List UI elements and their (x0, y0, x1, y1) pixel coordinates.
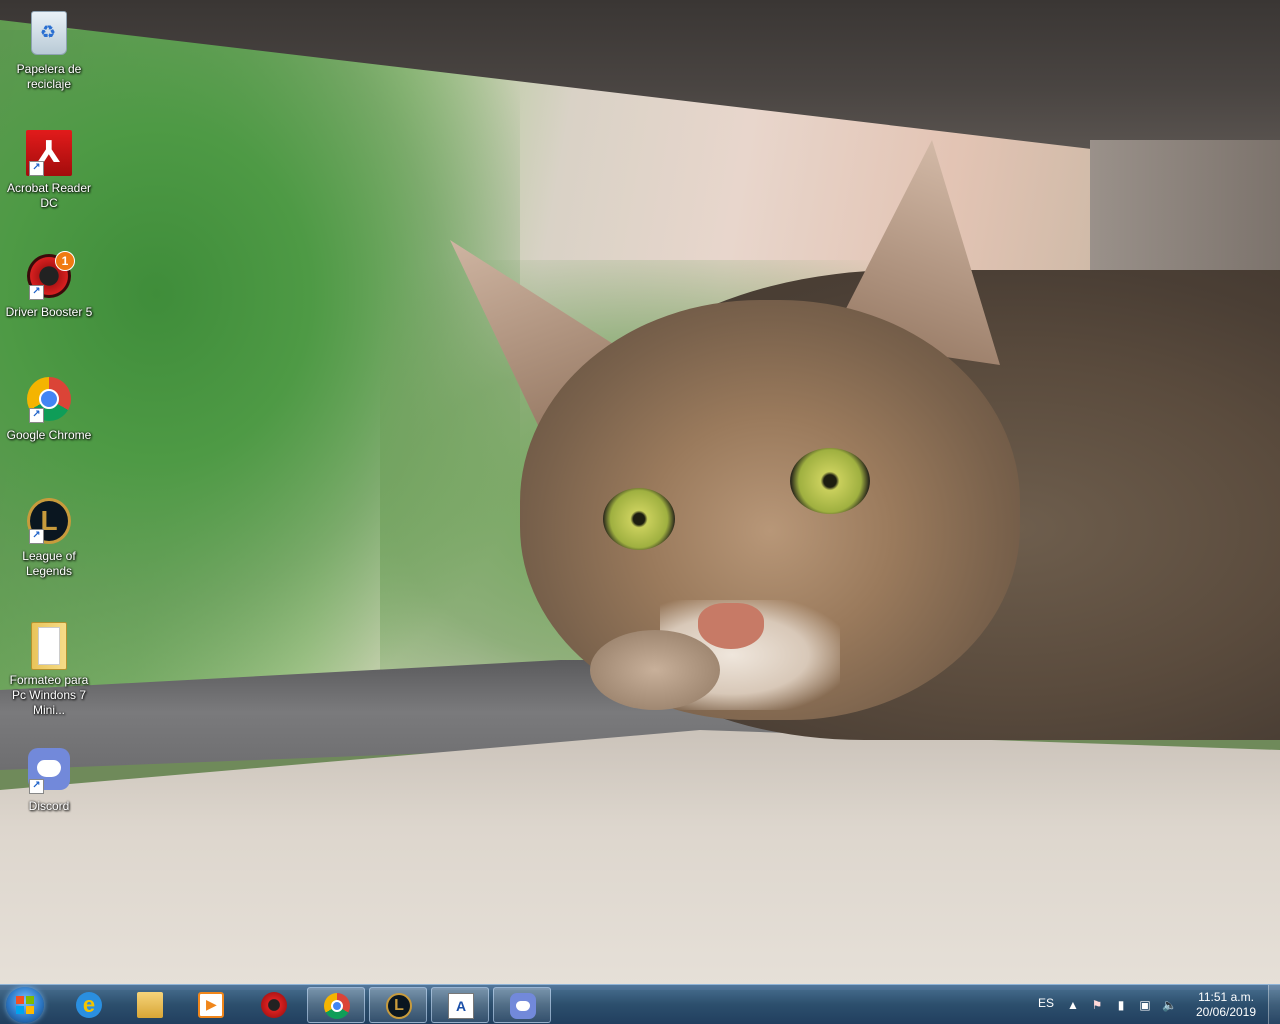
taskbar-button-driver-booster[interactable] (245, 987, 303, 1023)
taskbar-button-media-player[interactable] (182, 987, 240, 1023)
desktop-icon-formateo-folder[interactable]: Formateo para Pc Windons 7 Mini... (2, 622, 96, 718)
desktop-icon-label: Discord (28, 799, 70, 813)
chrome-icon (324, 993, 350, 1019)
taskbar-button-chrome[interactable] (307, 987, 365, 1023)
taskbar-button-league-of-legends[interactable]: L (369, 987, 427, 1023)
taskbar-button-discord[interactable] (493, 987, 551, 1023)
file-explorer-icon (137, 992, 163, 1018)
desktop[interactable]: Papelera de reciclaje ⅄ ↗ Acrobat Reader… (0, 0, 1280, 1024)
clock-date: 20/06/2019 (1195, 1005, 1257, 1019)
shortcut-arrow-icon: ↗ (29, 285, 44, 300)
desktop-icon-label: Driver Booster 5 (5, 305, 93, 319)
network-icon[interactable]: ▣ (1138, 998, 1152, 1012)
system-clock[interactable]: 11:51 a.m. 20/06/2019 (1186, 990, 1266, 1020)
action-center-flag-icon[interactable]: ⚑ (1090, 998, 1104, 1012)
desktop-icon-label: Formateo para Pc Windons 7 Mini... (9, 673, 89, 717)
desktop-icon-discord[interactable]: ↗ Discord (2, 748, 96, 814)
desktop-icon-label: Google Chrome (6, 428, 92, 442)
shortcut-arrow-icon: ↗ (29, 779, 44, 794)
desktop-icon-recycle-bin[interactable]: Papelera de reciclaje (2, 8, 96, 92)
driver-booster-icon (261, 992, 287, 1018)
desktop-icon-label: League of Legends (22, 549, 76, 578)
taskbar-button-file-explorer[interactable] (121, 987, 179, 1023)
language-indicator[interactable]: ES (1038, 996, 1054, 1010)
volume-icon[interactable]: 🔈 (1162, 998, 1177, 1012)
notification-badge: 1 (55, 251, 75, 271)
clock-time: 11:51 a.m. (1198, 990, 1254, 1004)
windows-logo-icon (16, 996, 34, 1014)
shortcut-arrow-icon: ↗ (29, 161, 44, 176)
recycle-bin-icon (31, 11, 67, 55)
internet-explorer-icon: e (76, 992, 102, 1018)
league-of-legends-icon: L (386, 993, 412, 1019)
desktop-icon-label: Papelera de reciclaje (16, 62, 82, 91)
power-icon[interactable]: ▮ (1114, 998, 1128, 1012)
desktop-icon-acrobat-reader[interactable]: ⅄ ↗ Acrobat Reader DC (2, 130, 96, 211)
shortcut-arrow-icon: ↗ (29, 529, 44, 544)
desktop-icon-league-of-legends[interactable]: L ↗ League of Legends (2, 498, 96, 579)
desktop-icon-google-chrome[interactable]: ↗ Google Chrome (2, 377, 96, 443)
folder-icon (31, 622, 67, 670)
media-player-icon (198, 992, 224, 1018)
taskbar-button-internet-explorer[interactable]: e (60, 987, 118, 1023)
desktop-icon-driver-booster[interactable]: 1 ↗ Driver Booster 5 (2, 251, 96, 320)
taskbar-button-wordpad[interactable]: A (431, 987, 489, 1023)
show-hidden-icons-icon[interactable]: ▲ (1066, 998, 1080, 1012)
start-button[interactable] (6, 987, 44, 1023)
taskbar: e L A ES ▲ ⚑ ▮ ▣ 🔈 11:51 a.m. 20/0 (0, 984, 1280, 1024)
discord-icon (510, 993, 536, 1019)
wordpad-icon: A (448, 993, 474, 1019)
show-desktop-button[interactable] (1268, 985, 1280, 1024)
shortcut-arrow-icon: ↗ (29, 408, 44, 423)
desktop-icon-label: Acrobat Reader DC (6, 181, 92, 210)
